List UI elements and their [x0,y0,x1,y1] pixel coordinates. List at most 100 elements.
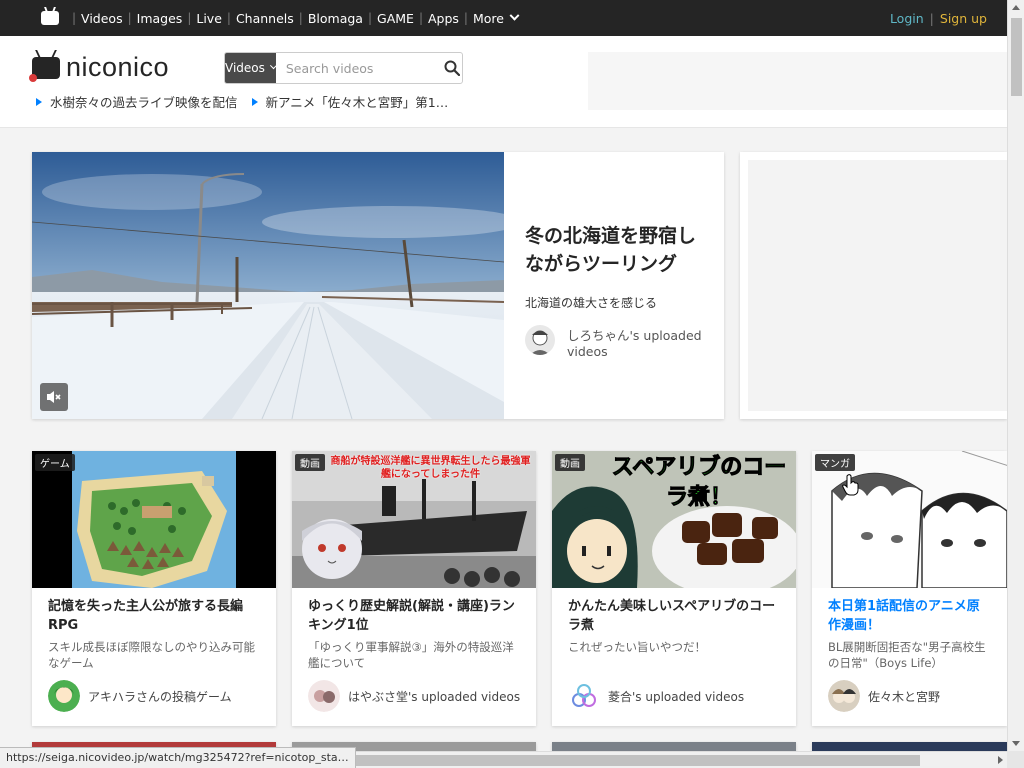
nav-live-link[interactable]: Live [196,11,222,26]
scroll-up-arrow-icon[interactable] [1012,5,1020,10]
side-ad-placeholder [748,160,1007,411]
card-title[interactable]: 記憶を失った主人公が旅する長編RPG [48,597,260,635]
featured-video-thumbnail[interactable] [32,152,504,419]
search-icon [444,60,460,76]
content-card[interactable]: ゲーム 記憶を失った主人公が旅する長編RPG スキル成長ほぼ際限なしのやり込み可… [32,451,276,726]
avatar [568,680,600,712]
divider: | [418,11,423,25]
avatar [308,680,340,712]
card-title[interactable]: かんたん美味しいスペアリブのコーラ煮 [568,597,780,635]
scrollbar-thumb[interactable] [1011,18,1022,96]
link-status-bar: https://seiga.nicovideo.jp/watch/mg32547… [0,747,356,768]
featured-video-card[interactable]: 冬の北海道を野宿しながらツーリング 北海道の雄大さを感じる しろちゃん's up… [32,152,724,419]
content-card[interactable]: 商船が特設巡洋艦に異世界転生したら最強軍艦になってしまった件 動画 ゆっくり歴史… [292,451,536,726]
card-body: ゆっくり歴史解説(解説・講座)ランキング1位 「ゆっくり軍事解説③」海外の特設巡… [292,588,536,671]
avatar [828,680,860,712]
card-description: スキル成長ほぼ際限なしのやり込み可能なゲーム [48,640,255,670]
vertical-scrollbar[interactable] [1007,0,1024,751]
rpg-map-image [32,451,276,588]
featured-video-subtitle: 北海道の雄大さを感じる [525,296,658,310]
divider: | [463,11,468,25]
search-input[interactable] [275,53,442,83]
scrollbar-corner [1007,751,1024,768]
logo-text: niconico [66,52,170,82]
search-category-label: Videos [225,61,265,75]
niconico-tv-icon[interactable] [41,11,59,25]
nav-images-link[interactable]: Images [137,11,183,26]
nav-blomaga-link[interactable]: Blomaga [308,11,363,26]
nav-game-link[interactable]: GAME [377,11,414,26]
card-uploader[interactable]: 佐々木と宮野 [828,680,940,712]
card-thumbnail[interactable]: マンガ [812,451,1007,588]
uploader-name: しろちゃん's uploaded videos [567,328,702,359]
manga-art-image [812,451,1007,588]
snowy-road-image [32,152,504,419]
card-uploader[interactable]: はやぶさ堂's uploaded videos [308,680,520,712]
card-body: 記憶を失った主人公が旅する長編RPG スキル成長ほぼ際限なしのやり込み可能なゲー… [32,588,276,671]
speaker-muted-icon [47,391,61,403]
card-category-badge: マンガ [815,454,855,471]
content-card[interactable]: スペアリブのコーラ煮！ 動画 かんたん美味しいスペアリブのコーラ煮 これぜったい… [552,451,796,726]
search-bar: Videos [224,52,463,84]
service-links: | Videos | Images | Live | Channels | Bl… [67,10,520,26]
card-body: かんたん美味しいスペアリブのコーラ煮 これぜったい旨いやつだ！ [552,588,796,671]
side-ad-panel [740,152,1007,419]
avatar [48,680,80,712]
header-ad-area [588,52,1007,110]
top-nav-bar: | Videos | Images | Live | Channels | Bl… [0,0,1007,36]
featured-video-uploader[interactable]: しろちゃん's uploaded videos [525,325,704,359]
avatar [525,325,555,355]
card-category-badge: ゲーム [35,454,75,471]
divider: | [127,11,132,25]
scrollbar-thumb[interactable] [340,755,920,766]
signup-link[interactable]: Sign up [940,11,987,26]
news-item[interactable]: 水樹奈々の過去ライブ映像を配信 [36,92,238,111]
nav-apps-link[interactable]: Apps [428,11,459,26]
news-item-label: 新アニメ「佐々木と宮野」第1… [265,95,449,110]
nav-channels-link[interactable]: Channels [236,11,294,26]
nav-more-menu[interactable]: More [472,10,520,26]
card-title[interactable]: 本日第1話配信のアニメ原作漫画！ [828,597,991,635]
card-body: 本日第1話配信のアニメ原作漫画！ BL展開断固拒否な"男子高校生の日常"（Boy… [812,588,1007,671]
card-description: これぜったい旨いやつだ！ [568,640,706,654]
card-thumbnail[interactable]: スペアリブのコーラ煮！ 動画 [552,451,796,588]
card-thumbnail[interactable]: ゲーム [32,451,276,588]
card-description: 「ゆっくり軍事解説③」海外の特設巡洋艦について [308,640,514,670]
auth-links: Login | Sign up [890,0,987,36]
search-button[interactable] [442,53,462,83]
divider: | [187,11,192,25]
card-title[interactable]: ゆっくり歴史解説(解説・講座)ランキング1位 [308,597,520,635]
featured-video-title[interactable]: 冬の北海道を野宿しながらツーリング [525,222,704,278]
news-item-label: 水樹奈々の過去ライブ映像を配信 [50,95,238,110]
card-thumbnail[interactable]: 商船が特設巡洋艦に異世界転生したら最強軍艦になってしまった件 動画 [292,451,536,588]
chevron-down-icon [509,10,520,21]
featured-video-info: 冬の北海道を野宿しながらツーリング 北海道の雄大さを感じる しろちゃん's up… [504,152,724,419]
login-link[interactable]: Login [890,11,924,26]
tv-logo-icon [29,56,60,82]
card-category-badge: 動画 [555,454,585,471]
divider: | [929,10,934,26]
card-uploader[interactable]: 菱合's uploaded videos [568,680,744,712]
nav-more-label: More [472,10,504,26]
news-item[interactable]: 新アニメ「佐々木と宮野」第1… [251,92,449,111]
search-category-select[interactable]: Videos [225,53,277,83]
divider: | [72,11,77,25]
nav-videos-link[interactable]: Videos [81,11,123,26]
divider: | [298,11,303,25]
mute-button[interactable] [40,383,68,411]
thumbnail-caption: スペアリブのコーラ煮！ [611,455,787,511]
hand-cursor-icon [842,474,859,496]
scroll-down-arrow-icon[interactable] [1012,741,1020,746]
scroll-right-arrow-icon[interactable] [998,756,1003,764]
news-ticker: 水樹奈々の過去ライブ映像を配信 新アニメ「佐々木と宮野」第1… [36,92,448,111]
card-category-badge: 動画 [295,454,325,471]
niconico-logo[interactable]: niconico [29,52,170,83]
card-description: BL展開断固拒否な"男子高校生の日常"（Boys Life） [828,640,986,670]
card-uploader[interactable]: アキハラさんの投稿ゲーム [48,680,232,712]
uploader-name: 佐々木と宮野 [868,689,941,704]
thumbnail-caption: 商船が特設巡洋艦に異世界転生したら最強軍艦になってしまった件 [330,456,531,480]
site-header: niconico Videos 水樹奈々の過去ライブ映像を配信 新アニメ「佐々木… [0,36,1007,128]
triangle-right-icon [251,97,258,106]
triangle-right-icon [36,97,42,106]
divider: | [226,11,231,25]
